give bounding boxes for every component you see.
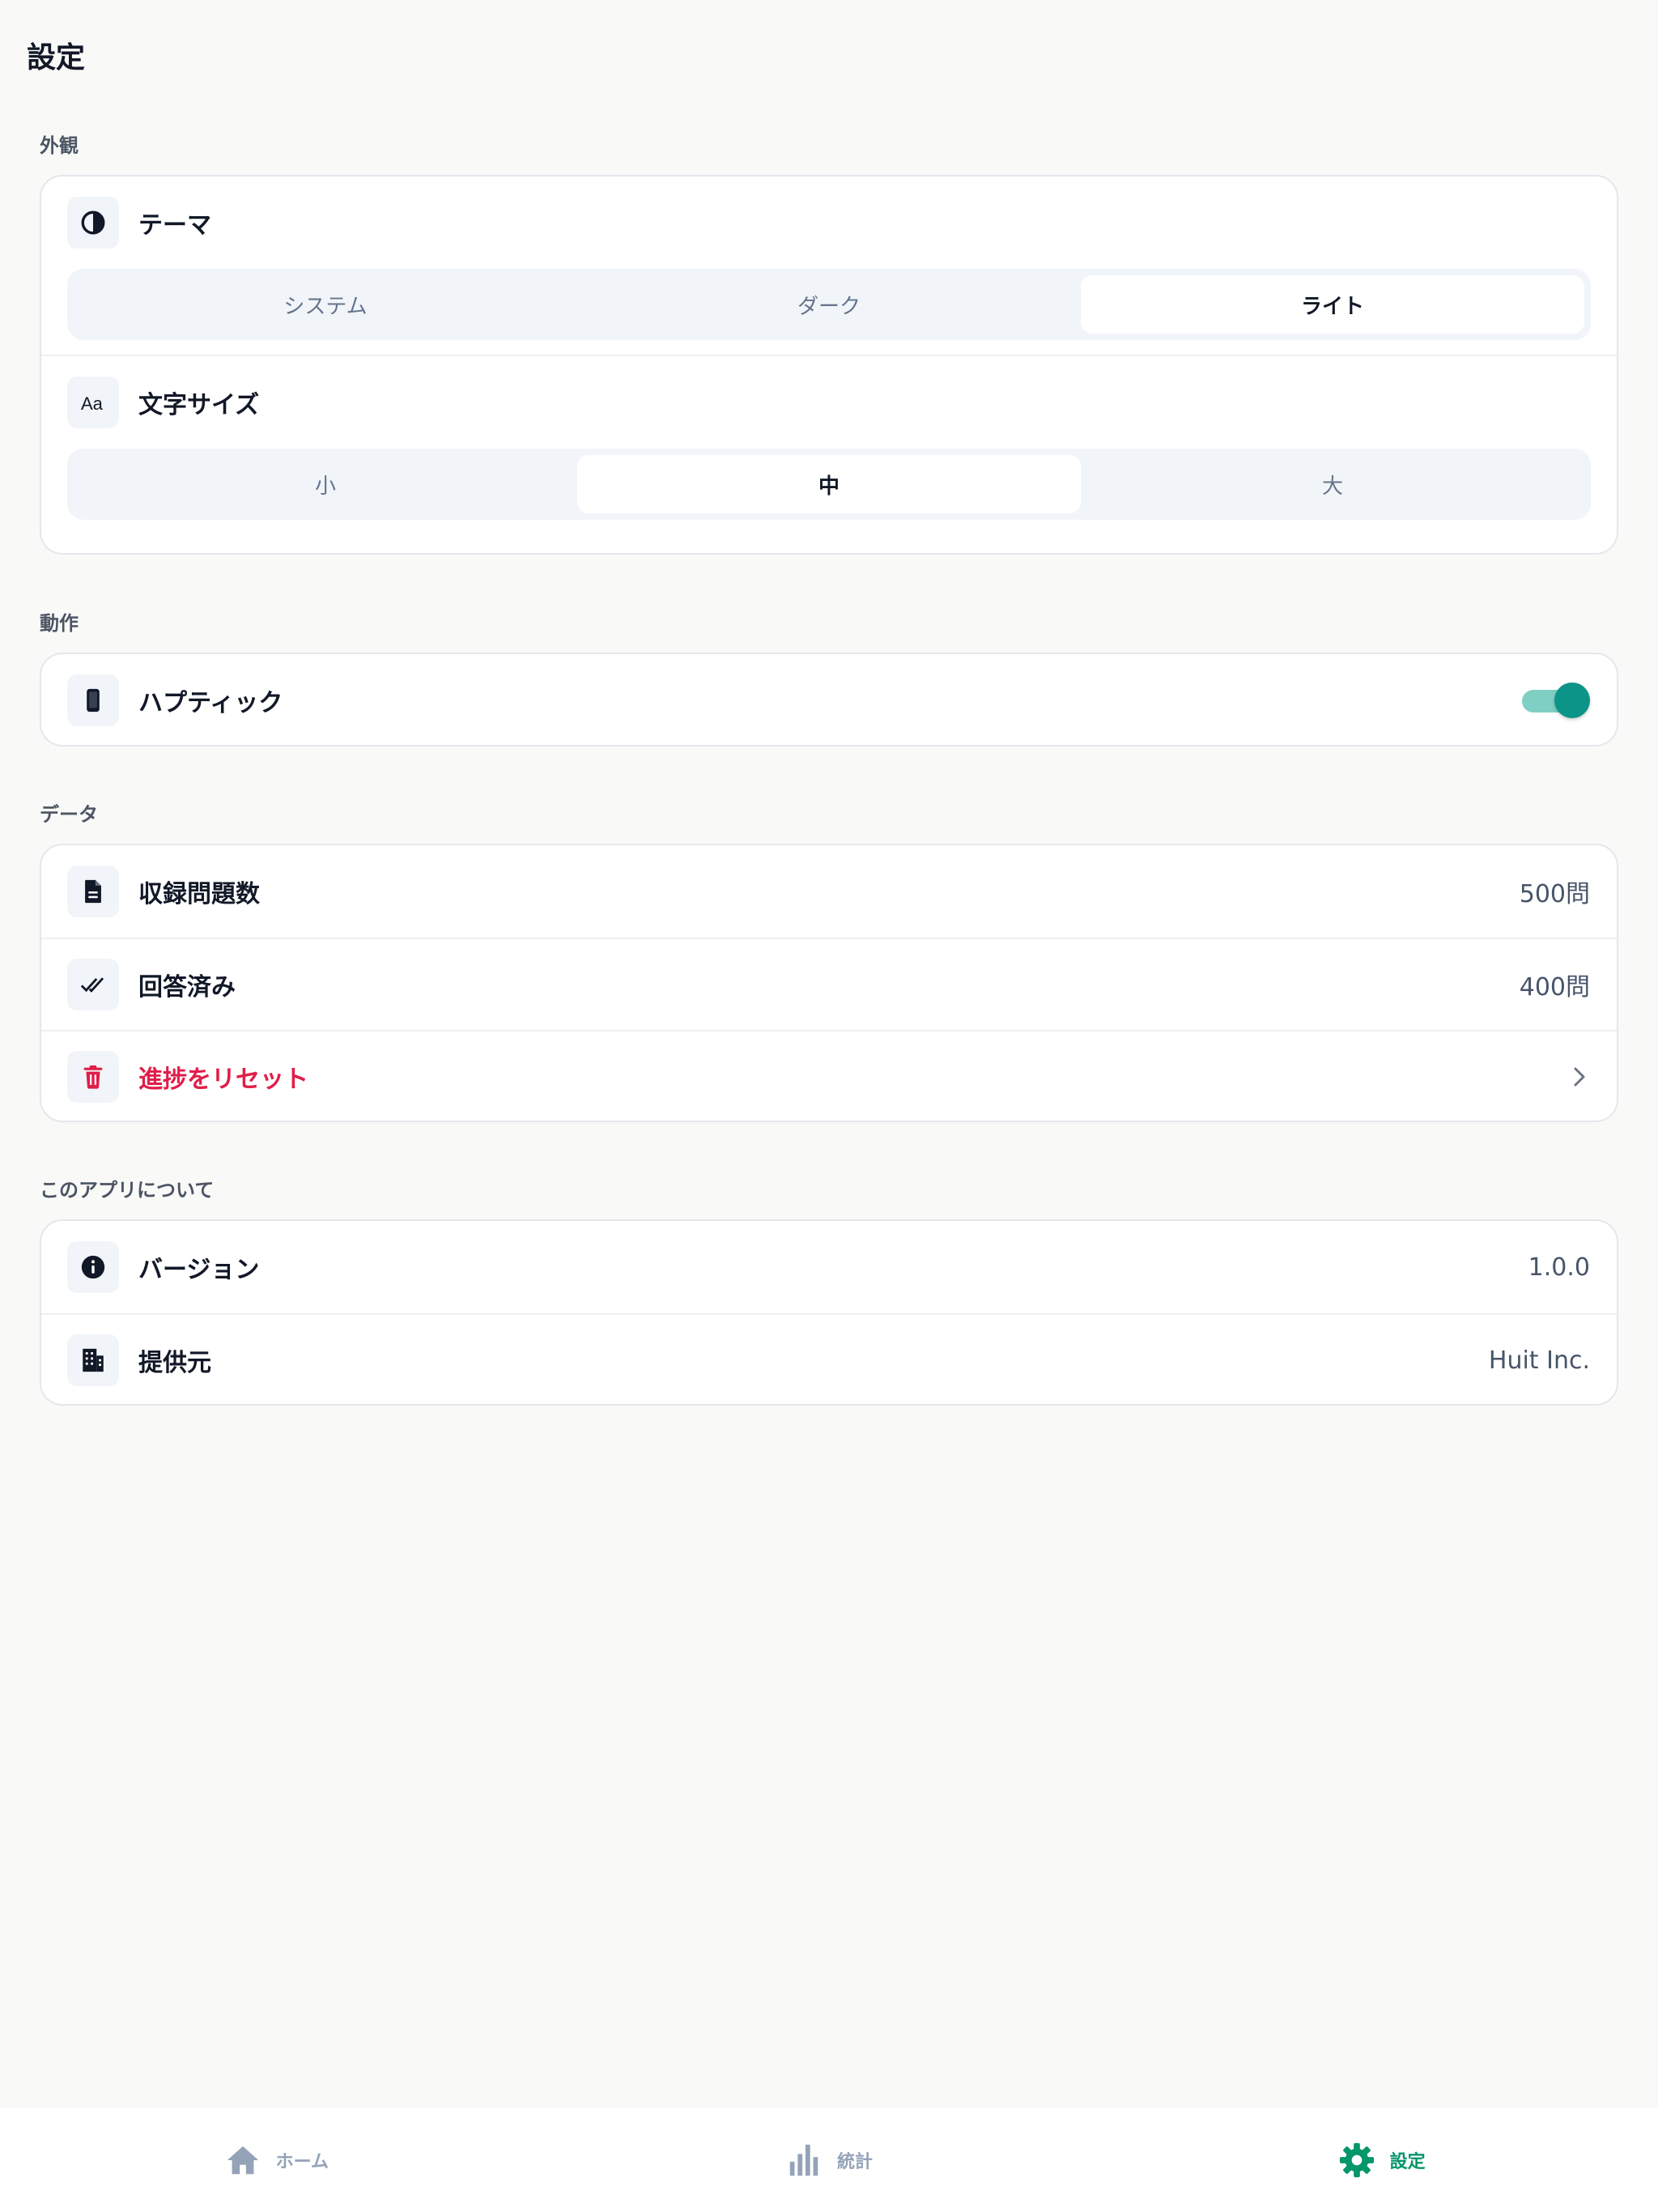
tab-bar: ホーム 統計 設定: [0, 2108, 1658, 2212]
building-icon: [67, 1334, 119, 1386]
chevron-right-icon: [1574, 1067, 1585, 1087]
version-row: バージョン 1.0.0: [41, 1221, 1617, 1313]
font-size-option-large[interactable]: 大: [1081, 455, 1584, 513]
bar-chart-icon: [789, 2144, 818, 2176]
version-label: バージョン: [138, 1256, 260, 1284]
font-size-option-small[interactable]: 小: [74, 455, 577, 513]
version-value: 1.0.0: [1528, 1253, 1590, 1282]
trash-icon: [67, 1051, 119, 1103]
info-icon: [67, 1241, 119, 1293]
appearance-card: テーマ システム ダーク ライト Aa 文字サイズ 小 中 大: [40, 175, 1618, 555]
theme-segment-wrapper: システム ダーク ライト: [41, 269, 1617, 340]
data-card: 収録問題数 500問 回答済み 400問 進捗をリセット: [40, 844, 1618, 1122]
provider-row: 提供元 Huit Inc.: [41, 1313, 1617, 1404]
section-label-behavior: 動作: [40, 612, 79, 635]
tab-stats-label: 統計: [837, 2152, 874, 2172]
reset-progress-row[interactable]: 進捗をリセット: [41, 1030, 1617, 1121]
double-check-icon: [67, 959, 119, 1010]
tab-home-label: ホーム: [275, 2152, 329, 2172]
haptic-row: ハプティック: [41, 654, 1617, 745]
behavior-card: ハプティック: [40, 653, 1618, 747]
document-icon: [67, 866, 119, 917]
tab-home[interactable]: ホーム: [0, 2108, 553, 2212]
svg-text:Aa: Aa: [81, 393, 104, 414]
section-label-data: データ: [40, 803, 98, 826]
toggle-thumb: [1554, 683, 1590, 718]
font-size-segment-wrapper: 小 中 大: [41, 449, 1617, 520]
tab-stats[interactable]: 統計: [553, 2108, 1106, 2212]
theme-row: テーマ: [41, 177, 1617, 269]
section-label-about: このアプリについて: [40, 1179, 215, 1202]
phone-icon: [67, 674, 119, 726]
theme-option-system[interactable]: システム: [74, 275, 577, 334]
reset-progress-label: 進捗をリセット: [138, 1066, 308, 1094]
gear-icon: [1339, 2142, 1374, 2178]
theme-label: テーマ: [138, 211, 211, 240]
text-size-icon: Aa: [67, 376, 119, 428]
font-size-row: Aa 文字サイズ: [41, 356, 1617, 449]
settings-screen: 設定 外観 テーマ システム ダーク ライト Aa 文字サイズ 小 中 大 動作…: [0, 0, 1658, 2212]
answered-label: 回答済み: [138, 973, 236, 1002]
haptic-toggle[interactable]: [1522, 683, 1590, 718]
tab-settings[interactable]: 設定: [1105, 2108, 1658, 2212]
font-size-option-medium[interactable]: 中: [577, 455, 1081, 513]
theme-option-dark[interactable]: ダーク: [577, 275, 1081, 334]
total-questions-label: 収録問題数: [138, 880, 260, 908]
tab-settings-label: 設定: [1389, 2152, 1426, 2172]
section-label-appearance: 外観: [40, 134, 79, 157]
contrast-icon: [67, 197, 119, 249]
home-icon: [227, 2146, 258, 2175]
theme-segmented-control: システム ダーク ライト: [67, 269, 1591, 340]
about-card: バージョン 1.0.0 提供元 Huit Inc.: [40, 1219, 1618, 1406]
theme-option-light[interactable]: ライト: [1081, 275, 1584, 334]
page-title: 設定: [27, 41, 86, 74]
font-size-segmented-control: 小 中 大: [67, 449, 1591, 520]
provider-label: 提供元: [138, 1349, 211, 1377]
total-questions-value: 500問: [1519, 880, 1590, 908]
font-size-label: 文字サイズ: [138, 391, 260, 419]
provider-value: Huit Inc.: [1488, 1346, 1590, 1375]
haptic-label: ハプティック: [138, 689, 283, 717]
total-questions-row: 収録問題数 500問: [41, 845, 1617, 938]
answered-row: 回答済み 400問: [41, 938, 1617, 1030]
answered-value: 400問: [1519, 973, 1590, 1002]
